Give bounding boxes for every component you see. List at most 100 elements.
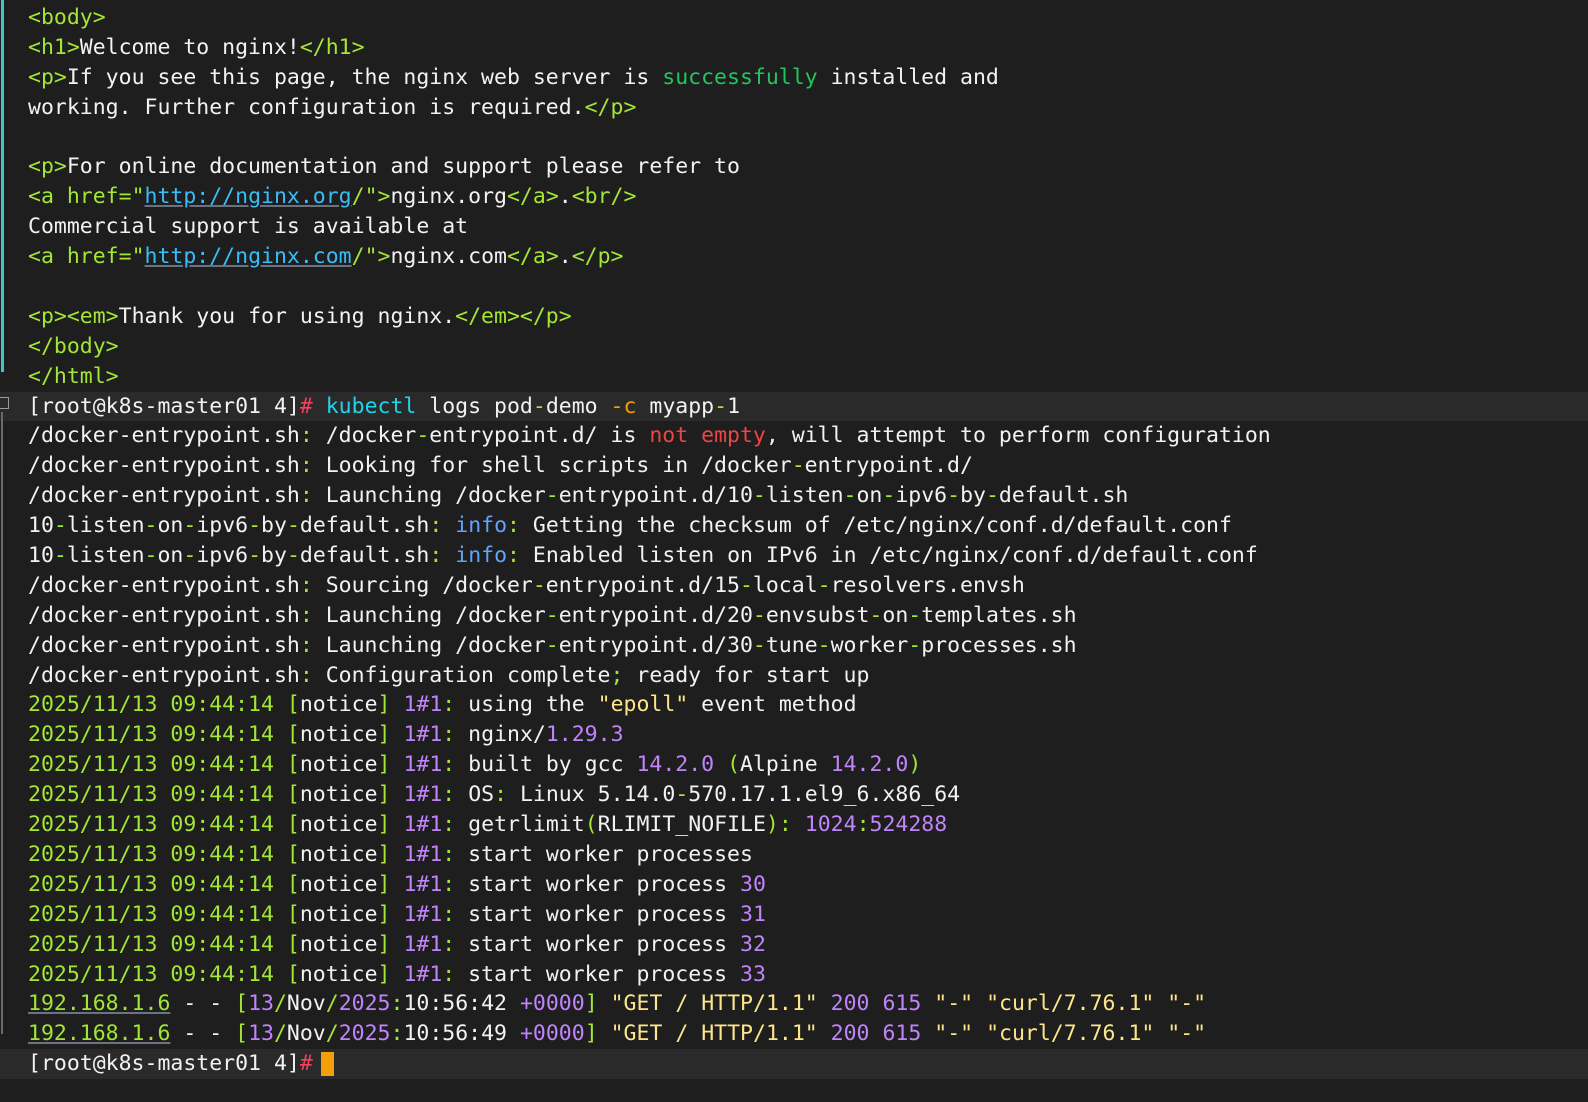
text: default.sh (998, 483, 1129, 509)
text: start worker process (455, 961, 741, 987)
pid: 1#1 (403, 901, 443, 927)
colon: : (442, 931, 456, 957)
version: 14.2.0 (636, 752, 715, 778)
output-line: <body> (0, 3, 1588, 33)
paren: ( (727, 752, 741, 778)
text: processes.sh (921, 632, 1077, 658)
output-line: working. Further configuration is requir… (0, 93, 1588, 123)
tag: <body> (28, 5, 106, 30)
dash: - (532, 572, 546, 598)
colon: : (299, 453, 313, 479)
month: Nov (286, 991, 326, 1017)
dash: - (248, 513, 262, 539)
notice-line: 2025/11/13 09:44:14 [notice] 1#1: nginx/… (0, 720, 1588, 750)
referer: "-" (934, 1021, 974, 1047)
text: nginx.org (390, 184, 507, 210)
month: Nov (286, 1021, 326, 1047)
command-line[interactable]: [root@k8s-master01 4]# kubectl logs pod-… (0, 391, 1588, 422)
nginx-com-link[interactable]: http://nginx.com (145, 244, 352, 269)
text: working. Further configuration is requir… (28, 94, 585, 120)
slash: / (351, 244, 365, 270)
notice-line: 2025/11/13 09:44:14 [notice] 1#1: getrli… (0, 810, 1588, 840)
version: 14.2.0 (830, 752, 909, 778)
command-args: logs pod (429, 393, 533, 419)
bracket: ] (584, 1021, 598, 1047)
colon: : (494, 782, 508, 808)
paren: ( (584, 812, 598, 838)
timestamp: 2025/11/13 09:44:14 (28, 722, 274, 748)
notice-line: 2025/11/13 09:44:14 [notice] 1#1: start … (0, 900, 1588, 930)
log-line: /docker-entrypoint.sh: Sourcing /docker-… (0, 571, 1588, 601)
current-prompt-line[interactable]: [root@k8s-master01 4]# (0, 1049, 1588, 1080)
text: start worker processes (455, 841, 753, 867)
output-line: Commercial support is available at (0, 212, 1588, 242)
fold-icon[interactable] (0, 397, 9, 409)
tag: </em> (455, 303, 520, 329)
text: /docker (312, 423, 417, 449)
log-level: notice (299, 782, 378, 808)
nginx-org-link[interactable]: http://nginx.org (145, 184, 352, 209)
text: on (157, 513, 184, 539)
client-ip[interactable]: 192.168.1.6 (28, 1021, 170, 1046)
text: resolvers.envsh (830, 572, 1025, 598)
log-source: /docker-entrypoint.sh (28, 662, 300, 688)
dash: - (985, 483, 999, 509)
text-cursor[interactable] (320, 1052, 334, 1077)
terminal-window[interactable]: <body> <h1>Welcome to nginx!</h1> <p>If … (0, 0, 1588, 1102)
timestamp: 2025/11/13 09:44:14 (28, 961, 274, 987)
log-line: /docker-entrypoint.sh: Configuration com… (0, 661, 1588, 691)
bracket: ] (377, 722, 391, 748)
number: 1024 (804, 812, 857, 838)
worker-pid: 31 (740, 901, 766, 927)
timezone: +0000 (519, 1021, 585, 1047)
pid: 1#1 (403, 841, 443, 867)
bytes: 615 (882, 1021, 922, 1047)
dash: - (947, 483, 961, 509)
notice-line: 2025/11/13 09:44:14 [notice] 1#1: using … (0, 690, 1588, 720)
info-label: info (455, 513, 508, 539)
pid: 1#1 (403, 871, 443, 897)
text: . (558, 244, 572, 270)
colon: : (299, 423, 313, 449)
text: Thank you for using nginx. (118, 303, 456, 329)
text: ready for start up (623, 662, 870, 688)
text: listen (66, 543, 145, 569)
string: "epoll" (597, 692, 689, 718)
extra: "-" (1167, 1021, 1207, 1047)
tag: <p> (28, 64, 67, 90)
text: default.sh (299, 543, 430, 569)
bracket: [ (286, 752, 300, 778)
extra: "-" (1167, 991, 1207, 1017)
log-source: /docker-entrypoint.sh (28, 483, 300, 509)
request: "GET / HTTP/1.1" (610, 991, 818, 1017)
dash: - (714, 393, 728, 419)
dash: - (817, 632, 831, 658)
slash: / (351, 184, 365, 210)
text: worker (830, 632, 909, 658)
slash: / (325, 1021, 339, 1047)
user-agent: "curl/7.76.1" (986, 1021, 1155, 1047)
tag: </h1> (299, 34, 365, 60)
dash: - (53, 543, 67, 569)
tag: <h1> (28, 34, 80, 60)
status-code: 200 (830, 1021, 870, 1047)
dash: - (882, 483, 896, 509)
timestamp: 2025/11/13 09:44:14 (28, 901, 274, 927)
log-level: notice (299, 722, 378, 748)
text: by (261, 513, 287, 539)
year: 2025 (338, 1021, 391, 1047)
access-log-line: 192.168.1.6 - - [13/Nov/2025:10:56:49 +0… (0, 1019, 1588, 1049)
tag: </html> (28, 363, 119, 389)
bracket: [ (286, 871, 300, 897)
text: For online documentation and support ple… (66, 154, 740, 180)
client-ip[interactable]: 192.168.1.6 (28, 991, 170, 1016)
dash: - (843, 483, 857, 509)
text: on (157, 543, 184, 569)
paren: ) (765, 812, 779, 838)
colon: : (299, 662, 313, 688)
text: built by gcc (455, 752, 637, 778)
notice-line: 2025/11/13 09:44:14 [notice] 1#1: OS: Li… (0, 780, 1588, 810)
version: 1.29.3 (545, 722, 624, 748)
number: 524288 (869, 812, 948, 838)
output-gutter-marker-2 (1, 412, 3, 1034)
